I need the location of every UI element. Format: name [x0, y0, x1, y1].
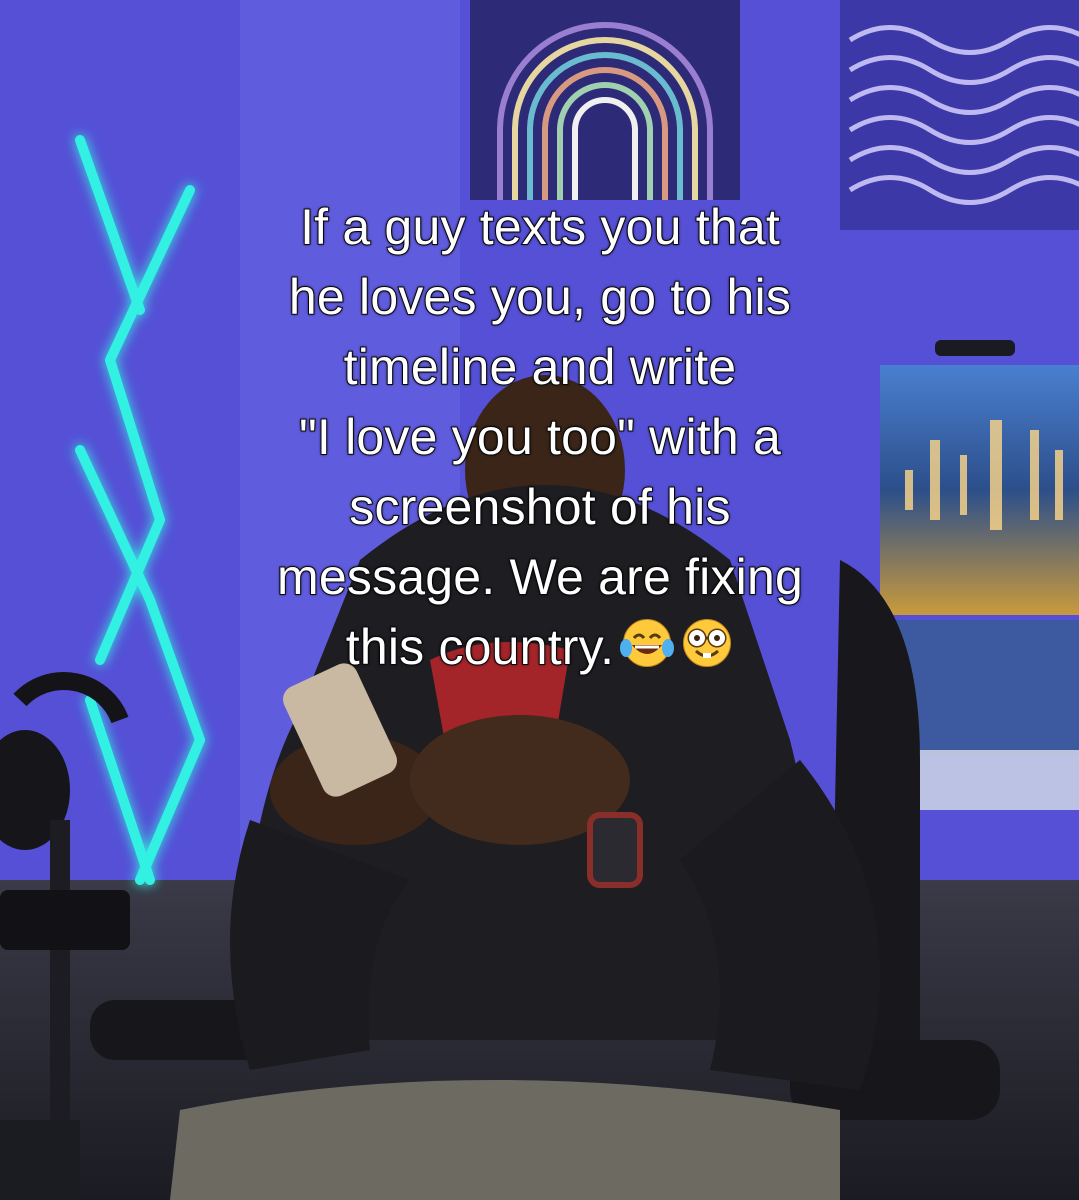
caption-line-7-text: this country. [345, 618, 615, 676]
side-shelf [0, 1120, 80, 1200]
arch-artwork [470, 0, 740, 200]
caption-line-6: message. We are fixing [276, 548, 804, 606]
meme-caption: If a guy texts you that he loves you, go… [90, 192, 990, 682]
nerd-face-emoji-icon [683, 619, 732, 667]
caption-line-1: If a guy texts you that [299, 198, 781, 256]
caption-line-7: this country. [90, 612, 990, 682]
caption-line-2: he loves you, go to his [288, 268, 792, 326]
photo-scene: If a guy texts you that he loves you, go… [0, 0, 1079, 1200]
caption-line-3: timeline and write [343, 338, 737, 396]
tears-of-joy-emoji-icon [620, 619, 675, 667]
caption-line-4: "I love you too" with a [298, 408, 782, 466]
caption-line-5: screenshot of his [348, 478, 731, 536]
